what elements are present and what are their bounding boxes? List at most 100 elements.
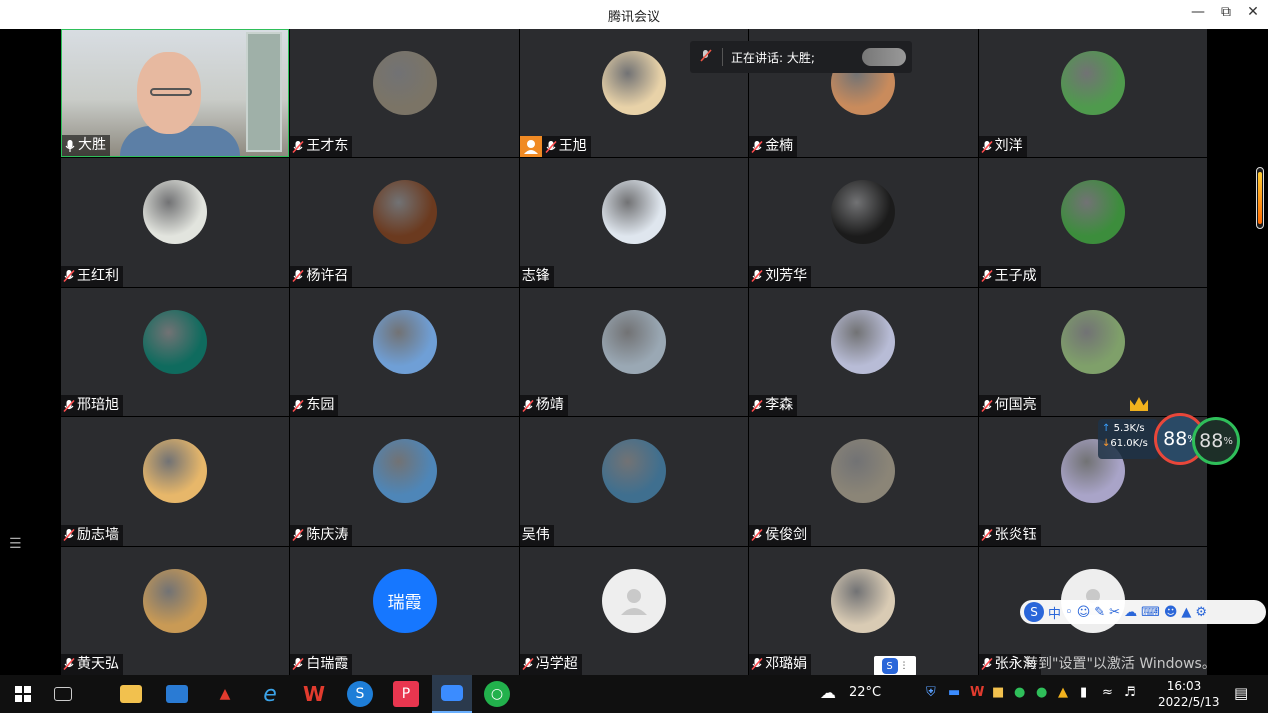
scroll-thumb[interactable] (1258, 172, 1262, 224)
sogou-logo-icon[interactable]: S (1024, 602, 1044, 622)
notification-icon[interactable]: ▤ (1234, 684, 1248, 702)
user-icon[interactable]: ☻ (1164, 605, 1178, 620)
participant-tile[interactable]: 王才东 (290, 29, 519, 158)
participant-tile[interactable]: 瑞霞 白瑞霞 (290, 546, 519, 675)
percent-sign: % (1223, 435, 1233, 447)
participant-nametag: 王子成 (978, 265, 1041, 287)
minimize-icon[interactable]: — (1188, 4, 1208, 20)
participant-tile[interactable]: 侯俊剑 (749, 417, 978, 546)
muted-mic-icon (63, 399, 75, 413)
participant-grid: 大胜 王才东 王旭 金楠 刘洋 王红利 杨许召 志锋 刘芳华 王子成 邢琣旭 东园 杨靖 李森 何国亮 励志墙… (61, 29, 1207, 675)
clock-date: 2022/5/13 (1158, 695, 1220, 709)
cpu-percent: 88 (1163, 428, 1188, 450)
ie-browser-icon[interactable]: e (257, 681, 283, 707)
wps-icon[interactable]: W (301, 681, 327, 707)
participant-nametag: 东园 (290, 395, 339, 417)
taskbar-clock[interactable]: 16:03 2022/5/13 (1158, 678, 1220, 710)
meeting-tray-icon[interactable]: ▬ (948, 685, 960, 700)
wechat-tray-icon[interactable]: ● (1036, 685, 1047, 700)
emoji-icon[interactable]: ☺ (1077, 605, 1091, 620)
ime-mode[interactable]: 中 (1048, 603, 1061, 622)
participant-avatar (601, 180, 666, 245)
mic-icon (64, 139, 76, 153)
participant-tile[interactable]: 黄天弘 (61, 546, 290, 675)
participant-nametag: 陈庆涛 (290, 524, 353, 546)
pen-icon[interactable]: ✎ (1094, 605, 1105, 620)
cloud-icon[interactable]: ☁ (1124, 605, 1137, 620)
sogou-browser-icon[interactable]: S (347, 681, 373, 707)
keyboard-icon[interactable]: ⌨ (1141, 605, 1160, 620)
weather-icon[interactable]: ☁ (820, 683, 836, 702)
participant-avatar (372, 180, 437, 245)
participant-tile[interactable]: 杨许召 (290, 158, 519, 287)
wechat-icon[interactable]: ○ (484, 681, 510, 707)
ime-toolbar[interactable]: S 中 ◦ ☺ ✎ ✂ ☁ ⌨ ☻ ▲ ⚙ (1020, 600, 1266, 624)
participant-tile[interactable]: 王子成 (978, 158, 1207, 287)
participant-tile[interactable]: 王红利 (61, 158, 290, 287)
sogou-small-icon[interactable]: S (881, 658, 898, 674)
app-tray-icon[interactable]: ■ (992, 685, 1004, 700)
participant-tile[interactable]: 邢琣旭 (61, 287, 290, 417)
participant-nametag: 侯俊剑 (749, 524, 812, 546)
muted-mic-icon (700, 48, 714, 66)
participant-tile[interactable]: 杨靖 (519, 287, 749, 417)
participant-name: 李森 (765, 397, 794, 414)
windows-start-icon[interactable] (10, 681, 36, 707)
ime-tray-icon[interactable]: ▲ (1058, 685, 1068, 700)
participant-tile[interactable]: 东园 (290, 287, 519, 417)
shirt-icon[interactable]: ▲ (1181, 605, 1191, 620)
scrollbar[interactable] (1256, 167, 1264, 229)
muted-mic-icon (522, 399, 534, 413)
punctuation-icon[interactable]: ◦ (1065, 605, 1073, 620)
participant-tile[interactable]: 冯学超 (519, 546, 749, 675)
participant-tile[interactable]: 刘洋 (978, 29, 1207, 158)
network-widget[interactable]: ↑ 5.3K/s ↓61.0K/s 88% 88% (1096, 391, 1246, 471)
participant-name: 东园 (306, 397, 335, 414)
participant-tile[interactable]: 邓璐娟 (749, 546, 978, 675)
participant-nametag: 吴伟 (519, 524, 554, 546)
default-avatar-icon (601, 568, 666, 633)
battery-icon[interactable]: ▮ (1080, 685, 1087, 700)
wps-tray-icon[interactable]: W (970, 685, 984, 700)
muted-mic-icon (981, 140, 993, 154)
participant-tile[interactable]: 刘芳华 (749, 158, 978, 287)
participant-avatar (831, 180, 896, 245)
ime-float-badge[interactable]: S ⋮ (874, 656, 916, 676)
speaking-avatars-icon (862, 48, 906, 66)
participant-name: 杨许召 (306, 267, 349, 284)
weather-temp[interactable]: 22°C (849, 685, 881, 700)
file-explorer-icon[interactable] (120, 685, 142, 703)
wifi-icon[interactable]: ≈ (1102, 685, 1113, 700)
windows-taskbar: ▲ e W S P ○ ☁ 22°C ⛨ ▬ W ■ ● ● ▲ ▮ ≈ ♬ 1… (0, 675, 1268, 713)
participant-tile[interactable]: 大胜 (61, 29, 290, 158)
pdf-icon[interactable]: ▲ (212, 681, 238, 707)
participant-tile[interactable]: 陈庆涛 (290, 417, 519, 546)
window-title: 腾讯会议 (607, 10, 660, 25)
app-window-icon[interactable] (166, 685, 188, 703)
participant-avatar (143, 439, 208, 504)
restore-icon[interactable]: ⧉ (1216, 4, 1236, 20)
chevron-down-icon[interactable]: ⋮ (900, 661, 909, 671)
participant-tile[interactable]: 志锋 (519, 158, 749, 287)
watermark-line2: 转到"设置"以激活 Windows。 (1024, 656, 1216, 672)
participant-nametag: 励志墙 (61, 524, 123, 546)
list-menu-icon[interactable]: ☰ (9, 536, 25, 552)
shield-tray-icon[interactable]: ● (1014, 685, 1025, 700)
pdf-reader-icon[interactable]: P (393, 681, 419, 707)
participant-nametag: 李森 (749, 395, 798, 417)
gear-icon[interactable]: ⚙ (1195, 605, 1207, 620)
scissors-icon[interactable]: ✂ (1109, 605, 1120, 620)
participant-avatar (1060, 309, 1125, 374)
muted-mic-icon (63, 528, 75, 542)
muted-mic-icon (751, 399, 763, 413)
tencent-meeting-icon[interactable] (432, 675, 472, 713)
volume-icon[interactable]: ♬ (1124, 685, 1136, 700)
participant-tile[interactable]: 吴伟 (519, 417, 749, 546)
task-view-icon[interactable] (54, 687, 72, 701)
security-shield-icon[interactable]: ⛨ (926, 685, 936, 700)
participant-tile[interactable]: 励志墙 (61, 417, 290, 546)
participant-nametag: 张炎钰 (978, 524, 1041, 546)
participant-tile[interactable]: 李森 (749, 287, 978, 417)
close-icon[interactable]: ✕ (1243, 4, 1263, 20)
muted-mic-icon (63, 269, 75, 283)
